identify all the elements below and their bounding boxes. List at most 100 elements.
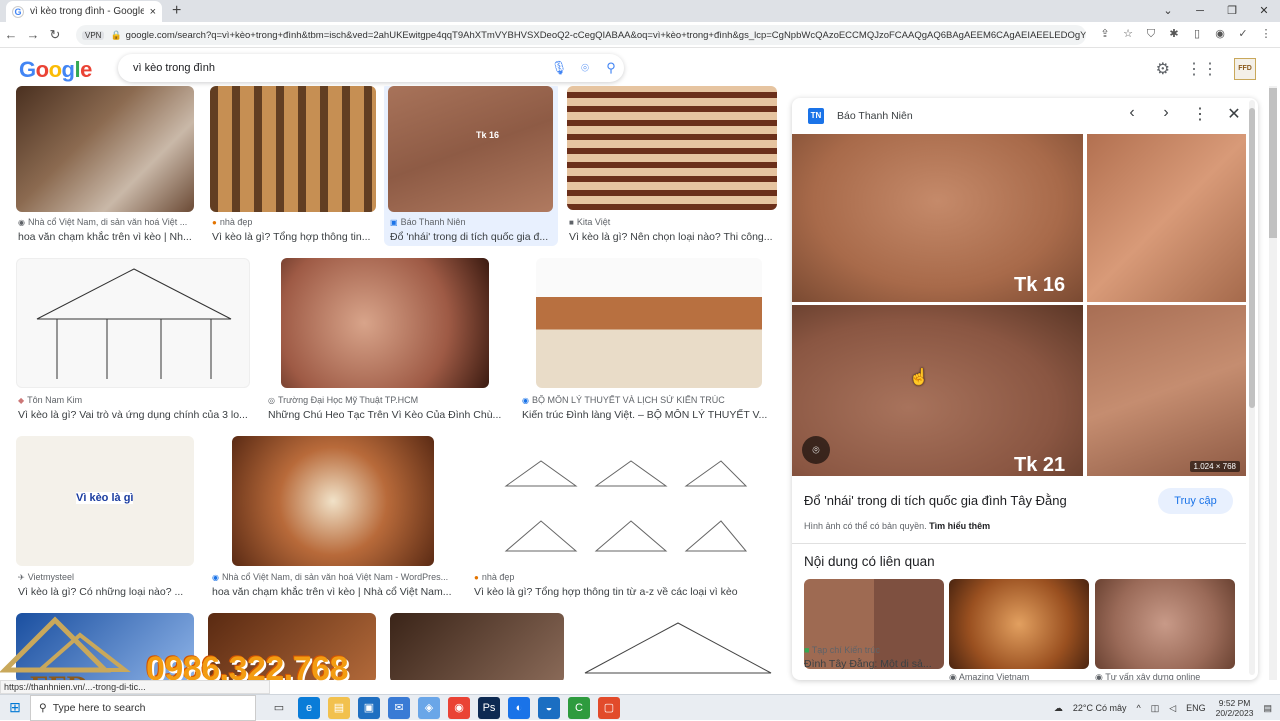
result-caption[interactable]: Vì kèo là gì? Có những loại nào? ... xyxy=(18,586,194,598)
google-lens-icon[interactable]: ⌾ xyxy=(802,436,830,464)
clock[interactable]: 9:52 PM 20/2/2023 xyxy=(1216,698,1254,718)
related-source[interactable]: ◉ Tư vấn xây dựng online xyxy=(1095,672,1200,680)
result-caption[interactable]: hoa văn chạm khắc trên vì kèo | Nh... xyxy=(18,231,194,243)
result-thumbnail[interactable] xyxy=(536,258,762,388)
bookmark-star-icon[interactable]: ☆ xyxy=(1120,26,1136,42)
minimize-button[interactable]: ─ xyxy=(1184,0,1216,22)
store-icon[interactable]: ▣ xyxy=(358,696,380,719)
result-source[interactable]: ◎ Trường Đại Học Mỹ Thuật TP.HCM xyxy=(268,395,504,405)
mail-icon[interactable]: ✉ xyxy=(388,696,410,719)
result-caption[interactable]: Vì kèo là gì? Vai trò và ứng dụng chính … xyxy=(18,409,250,421)
result-card-selected[interactable]: Tk 16 ▣ Báo Thanh Niên Đổ 'nhái' trong di… xyxy=(384,86,558,246)
app-blue-icon[interactable]: ◒ xyxy=(538,696,560,719)
language-indicator[interactable]: ENG xyxy=(1186,703,1206,713)
tab-search-icon[interactable]: ⌄ xyxy=(1152,0,1184,22)
menu-kebab-icon[interactable]: ⋮ xyxy=(1258,26,1274,42)
result-card[interactable]: ◉ Nhà cổ Việt Nam, di sản văn hoá Việt ..… xyxy=(16,86,194,246)
chrome-icon[interactable]: ◉ xyxy=(448,696,470,719)
result-caption[interactable]: Vì kèo là gì? Tổng hợp thông tin... xyxy=(212,231,376,243)
result-caption[interactable]: Vì kèo là gì? Nên chọn loại nào? Thi côn… xyxy=(569,231,777,243)
page-scrollbar[interactable] xyxy=(1269,86,1277,680)
more-options-icon[interactable]: ⋮ xyxy=(1190,104,1210,124)
result-card[interactable]: ◉ Nhà cổ Việt Nam, di sản văn hoá Việt Na… xyxy=(210,436,456,602)
result-source[interactable]: ● nhà đẹp xyxy=(212,217,376,227)
result-thumbnail[interactable]: Vì kèo là gì xyxy=(16,436,194,566)
search-icon[interactable]: ⚲ xyxy=(598,60,624,76)
result-card[interactable] xyxy=(580,613,776,680)
back-icon[interactable]: ← xyxy=(0,27,22,42)
reload-icon[interactable]: ↻ xyxy=(44,27,66,43)
result-card[interactable] xyxy=(390,613,564,680)
apps-grid-icon[interactable]: ⋮⋮ xyxy=(1186,59,1218,79)
sidebar-icon[interactable]: ▯ xyxy=(1189,26,1205,42)
task-view-icon[interactable]: ▭ xyxy=(268,697,290,719)
result-source[interactable]: ◆ Tôn Nam Kim xyxy=(18,395,250,405)
address-bar[interactable]: VPN 🔒 google.com/search?q=vì+kèo+trong+đ… xyxy=(76,25,1086,45)
tray-chevron-icon[interactable]: ^ xyxy=(1136,703,1140,713)
result-card[interactable]: ◎ Trường Đại Học Mỹ Thuật TP.HCM Những Ch… xyxy=(266,258,504,424)
notifications-icon[interactable]: ▤ xyxy=(1263,703,1272,714)
result-caption[interactable]: Đổ 'nhái' trong di tích quốc gia đ... xyxy=(390,231,554,243)
result-caption[interactable]: Những Chú Heo Tạc Trên Vì Kèo Của Đình C… xyxy=(268,409,504,421)
panel-source-name[interactable]: Báo Thanh Niên xyxy=(837,110,913,122)
visit-button[interactable]: Truy cập xyxy=(1158,488,1233,514)
learn-more-link[interactable]: Tìm hiểu thêm xyxy=(929,521,990,531)
related-thumbnail[interactable] xyxy=(1095,579,1235,669)
edge-icon[interactable]: e xyxy=(298,696,320,719)
result-caption[interactable]: Vì kèo là gì? Tổng hợp thông tin từ a-z … xyxy=(474,586,778,598)
search-box[interactable]: vì kèo trong đình 🎙 ⌾ ⚲ xyxy=(118,54,624,82)
result-card[interactable]: ■ Kita Việt Vì kèo là gì? Nên chọn loại n… xyxy=(567,86,777,246)
result-card[interactable]: ◉ BỘ MÔN LÝ THUYẾT VÀ LỊCH SỬ KIẾN TRÚC K… xyxy=(520,258,778,424)
result-thumbnail[interactable] xyxy=(567,86,777,210)
volume-icon[interactable]: ◁ xyxy=(1169,703,1176,714)
profile-icon[interactable]: ◉ xyxy=(1212,26,1228,42)
lock-icon[interactable]: 🔒 xyxy=(110,30,121,41)
result-source[interactable]: ◉ Nhà cổ Việt Nam, di sản văn hoá Việt Na… xyxy=(212,572,456,582)
result-caption[interactable]: hoa văn chạm khắc trên vì kèo | Nhà cổ V… xyxy=(212,586,456,598)
zoom-icon[interactable]: ◐ xyxy=(508,696,530,719)
camera-lens-icon[interactable]: ⌾ xyxy=(572,60,598,76)
next-icon[interactable]: › xyxy=(1156,104,1176,124)
weather-icon[interactable]: ☁ xyxy=(1054,703,1063,714)
browser-tab[interactable]: G vì kèo trong đình - Google Tìm k × xyxy=(6,1,162,22)
related-caption[interactable]: Đình Tây Đằng: Một di sả... xyxy=(804,658,944,670)
result-thumbnail[interactable] xyxy=(16,258,250,388)
result-card[interactable]: ● nhà đẹp Vì kèo là gì? Tổng hợp thông ti… xyxy=(210,86,376,246)
panel-scrollbar-thumb[interactable] xyxy=(1249,108,1255,408)
extensions-icon[interactable]: ✱ xyxy=(1166,26,1182,42)
result-caption[interactable]: Kiến trúc Đình làng Việt. – BỘ MÔN LÝ TH… xyxy=(522,409,778,421)
vpn-badge[interactable]: VPN xyxy=(82,30,105,40)
windows-start-icon[interactable]: ⊞ xyxy=(0,699,30,716)
related-source[interactable]: ◉ Amazing Vietnam xyxy=(949,672,1029,680)
result-thumbnail[interactable] xyxy=(580,613,776,680)
taskbar-search[interactable]: ⚲ Type here to search xyxy=(30,694,256,721)
page-scrollbar-thumb[interactable] xyxy=(1269,88,1277,238)
result-card[interactable]: ◆ Tôn Nam Kim Vì kèo là gì? Vai trò và ứn… xyxy=(16,258,250,424)
close-window-button[interactable]: ✕ xyxy=(1248,0,1280,22)
result-thumbnail[interactable] xyxy=(390,613,564,680)
result-thumbnail[interactable] xyxy=(210,86,376,212)
related-thumbnail[interactable] xyxy=(949,579,1089,669)
forward-icon[interactable]: → xyxy=(22,27,44,42)
microphone-icon[interactable]: 🎙 xyxy=(546,60,572,76)
network-icon[interactable]: ◫ xyxy=(1151,703,1160,714)
new-tab-button[interactable]: + xyxy=(172,2,181,20)
maximize-button[interactable]: ❐ xyxy=(1216,0,1248,22)
shield-icon[interactable]: ⛉ xyxy=(1143,26,1159,42)
preview-image[interactable]: Tk 16 Tk 21 ⌾ 1.024 × 768 xyxy=(792,134,1246,476)
result-thumbnail[interactable] xyxy=(232,436,434,566)
result-thumbnail[interactable]: Tk 16 xyxy=(388,86,553,212)
result-thumbnail[interactable] xyxy=(281,258,489,388)
share-icon[interactable]: ⇪ xyxy=(1097,26,1113,42)
source-logo[interactable]: TN xyxy=(808,108,824,124)
app-red-icon[interactable]: ▢ xyxy=(598,696,620,719)
result-source[interactable]: ▣ Báo Thanh Niên xyxy=(390,217,554,227)
preview-title[interactable]: Đổ 'nhái' trong di tích quốc gia đình Tâ… xyxy=(804,493,1067,508)
previous-icon[interactable]: ‹ xyxy=(1122,104,1142,124)
result-source[interactable]: ● nhà đẹp xyxy=(474,572,778,582)
result-source[interactable]: ✈ Vietmysteel xyxy=(18,572,194,582)
panel-scrollbar[interactable] xyxy=(1249,100,1255,675)
camtasia-icon[interactable]: C xyxy=(568,696,590,719)
result-source[interactable]: ◉ Nhà cổ Việt Nam, di sản văn hoá Việt ..… xyxy=(18,217,194,227)
result-source[interactable]: ■ Kita Việt xyxy=(569,217,777,227)
